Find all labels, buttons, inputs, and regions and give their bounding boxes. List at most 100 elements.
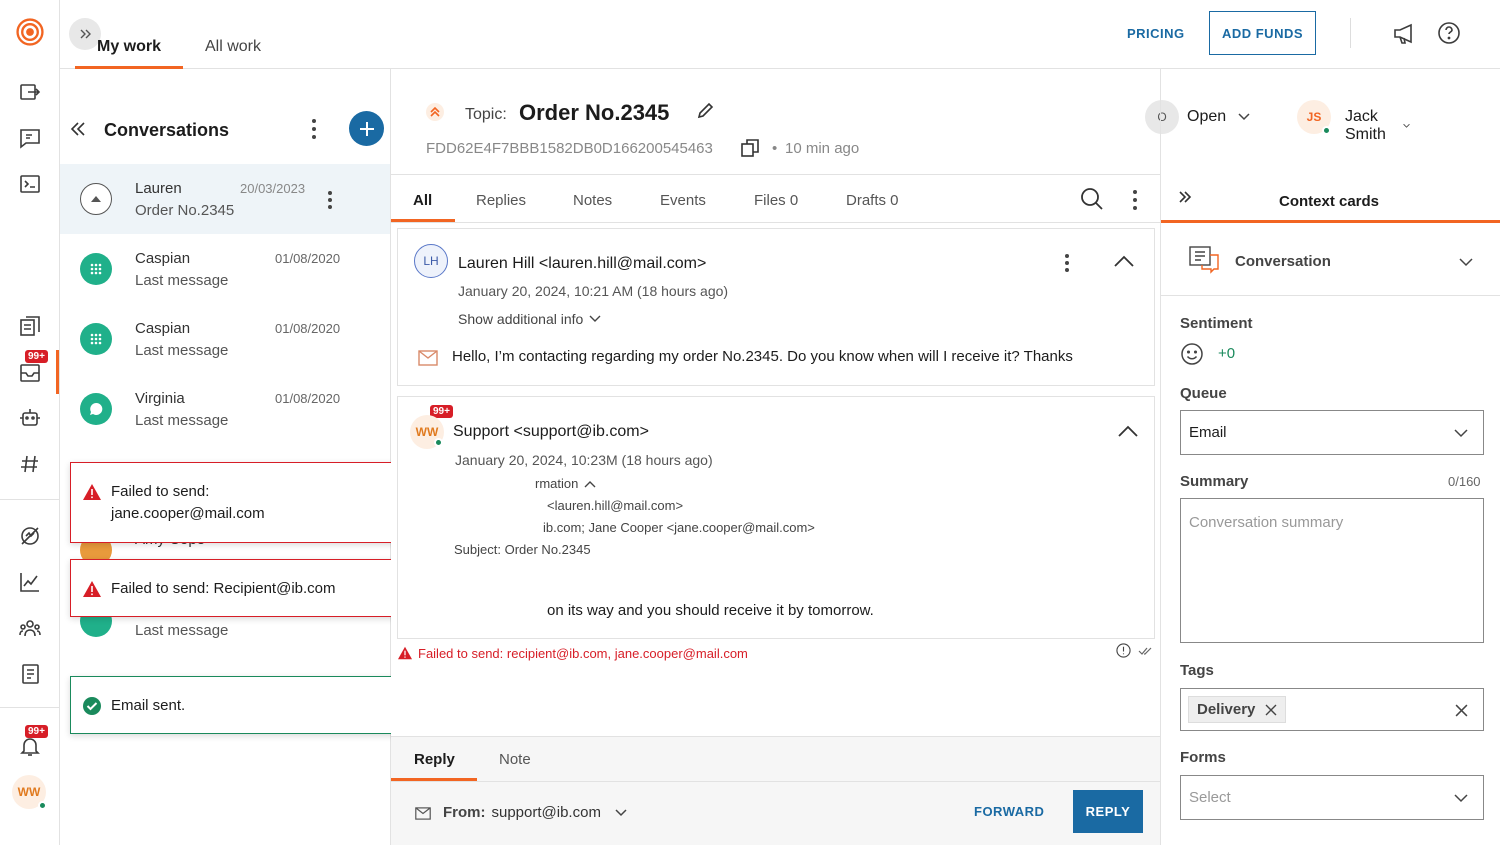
- topic-label: Topic:: [465, 106, 507, 123]
- summary-placeholder: Conversation summary: [1189, 514, 1344, 531]
- tags-input[interactable]: Delivery: [1180, 688, 1484, 731]
- summary-textarea[interactable]: Conversation summary: [1180, 498, 1484, 643]
- chevron-down-icon: [1454, 794, 1468, 803]
- additional-info-toggle[interactable]: rmation: [535, 476, 596, 491]
- status-dropdown[interactable]: Open: [1187, 108, 1250, 126]
- topic-title: Order No.2345: [519, 100, 670, 125]
- collapse-panel-icon[interactable]: [69, 120, 87, 138]
- conversation-view: Topic: Order No.2345 FDD62E4F7BBB1582DB0…: [391, 69, 1410, 845]
- double-chevron-right-icon[interactable]: [1177, 189, 1193, 205]
- chevron-down-icon: [1459, 258, 1473, 267]
- plus-icon: [359, 121, 374, 136]
- tab-replies[interactable]: Replies: [476, 192, 526, 209]
- bot-icon[interactable]: [16, 404, 44, 432]
- notification-badge: 99+: [25, 725, 48, 738]
- app-logo[interactable]: [16, 18, 44, 46]
- priority-icon: [426, 103, 444, 121]
- status-icon: O: [1145, 100, 1179, 134]
- more-options-icon[interactable]: [310, 117, 318, 141]
- online-status-dot: [38, 801, 47, 810]
- tab-notes[interactable]: Notes: [573, 192, 612, 209]
- edit-pencil-icon[interactable]: [696, 100, 716, 120]
- terminal-icon[interactable]: [16, 170, 44, 198]
- from-address-dropdown[interactable]: From: support@ib.com: [443, 804, 627, 821]
- tab-reply[interactable]: Reply: [414, 751, 455, 768]
- message-card: LH Lauren Hill <lauren.hill@mail.com> Ja…: [397, 228, 1155, 386]
- add-funds-button[interactable]: ADD FUNDS: [1209, 11, 1316, 55]
- separator-dot: •: [772, 140, 778, 157]
- toast-message: Email sent.: [111, 697, 186, 714]
- collapse-chevron-icon[interactable]: [1118, 425, 1138, 437]
- documents-icon[interactable]: [16, 312, 44, 340]
- conversation-item[interactable]: Virginia Last message 01/08/2020: [60, 374, 390, 444]
- divider: [1350, 18, 1351, 48]
- conversation-age: 10 min ago: [785, 140, 860, 157]
- assignee-initials: JS: [1306, 110, 1322, 124]
- divider: [391, 781, 1160, 782]
- analytics-icon[interactable]: [16, 568, 44, 596]
- collapse-chevron-icon[interactable]: [1114, 255, 1134, 267]
- flows-icon[interactable]: [16, 522, 44, 550]
- divider: [1160, 69, 1161, 175]
- conversation-last-message: Last message: [135, 342, 229, 359]
- conversation-section-header[interactable]: Conversation: [1161, 223, 1500, 296]
- assignee-name: Jack Smith: [1345, 108, 1386, 143]
- message-cc: ib.com; Jane Cooper <jane.cooper@mail.co…: [543, 520, 815, 535]
- forward-button[interactable]: FORWARD: [974, 804, 1044, 819]
- reply-label: REPLY: [1085, 804, 1131, 819]
- tab-my-work[interactable]: My work: [97, 38, 161, 56]
- tags-label: Tags: [1180, 662, 1214, 679]
- toast-message-detail: jane.cooper@mail.com: [111, 505, 265, 522]
- conversation-date: 01/08/2020: [275, 251, 341, 266]
- exports-icon[interactable]: [16, 78, 44, 106]
- warning-icon: [397, 646, 413, 660]
- conversation-date: 01/08/2020: [275, 321, 341, 336]
- from-value: support@ib.com: [491, 804, 601, 821]
- remove-tag-icon[interactable]: [1265, 704, 1277, 716]
- message-date: January 20, 2024, 10:21 AM (18 hours ago…: [458, 283, 729, 299]
- message-more-icon[interactable]: [1064, 253, 1070, 273]
- double-check-icon: [1138, 646, 1152, 656]
- conversation-last-message: Order No.2345: [135, 202, 235, 219]
- info-icon[interactable]: [1116, 643, 1131, 658]
- search-icon[interactable]: [1080, 187, 1104, 211]
- reply-button[interactable]: REPLY: [1073, 790, 1143, 833]
- chevron-down-icon: [1403, 123, 1410, 128]
- clear-icon[interactable]: [1455, 704, 1468, 717]
- tab-drafts[interactable]: Drafts 0: [846, 192, 899, 209]
- pricing-link[interactable]: PRICING: [1127, 26, 1185, 41]
- conversation-last-message: Last message: [135, 272, 229, 289]
- sender-name: Lauren Hill <lauren.hill@mail.com>: [458, 255, 707, 272]
- new-conversation-button[interactable]: [349, 111, 384, 146]
- tab-events[interactable]: Events: [660, 192, 706, 209]
- chevron-down-icon: [1454, 429, 1468, 438]
- conversation-name: Virginia: [135, 390, 185, 407]
- status-initial: O: [1157, 110, 1167, 124]
- megaphone-icon[interactable]: [1392, 21, 1418, 47]
- conversation-item[interactable]: Lauren Order No.2345 20/03/2023: [60, 164, 390, 234]
- show-additional-info-toggle[interactable]: Show additional info: [458, 311, 601, 327]
- tab-note[interactable]: Note: [499, 751, 531, 768]
- tab-all-work[interactable]: All work: [205, 38, 261, 56]
- forms-select[interactable]: Select: [1180, 775, 1484, 820]
- email-icon: [415, 807, 431, 820]
- chat-icon[interactable]: [16, 124, 44, 152]
- warning-icon: [82, 483, 102, 501]
- channels-icon[interactable]: [16, 450, 44, 478]
- tab-files[interactable]: Files 0: [754, 192, 798, 209]
- notebook-icon[interactable]: [16, 660, 44, 688]
- forms-label: Forms: [1180, 749, 1226, 766]
- conversation-item[interactable]: Caspian Last message 01/08/2020: [60, 304, 390, 374]
- chevron-down-icon: [589, 315, 601, 322]
- sender-avatar: LH: [414, 244, 448, 278]
- people-icon[interactable]: [16, 614, 44, 642]
- queue-select[interactable]: Email: [1180, 410, 1484, 455]
- more-options-icon[interactable]: [1131, 189, 1139, 211]
- queue-label: Queue: [1180, 385, 1227, 402]
- copy-icon[interactable]: [740, 138, 760, 158]
- tab-all[interactable]: All: [413, 192, 432, 209]
- conversation-more-icon[interactable]: [327, 190, 333, 210]
- conversation-item[interactable]: Caspian Last message 01/08/2020: [60, 234, 390, 304]
- help-icon[interactable]: [1437, 21, 1461, 45]
- assignee-dropdown[interactable]: Jack Smith: [1345, 108, 1410, 144]
